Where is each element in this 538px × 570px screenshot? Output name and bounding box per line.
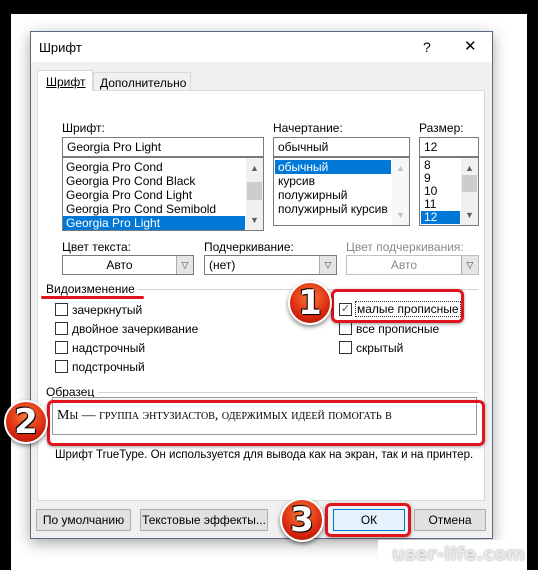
scroll-down-icon[interactable]: ▼ bbox=[246, 213, 263, 227]
tab-font[interactable]: Шрифт bbox=[37, 70, 93, 91]
size-input[interactable]: 12 bbox=[419, 137, 479, 157]
list-item-selected[interactable]: Georgia Pro Light bbox=[63, 216, 245, 230]
cancel-button[interactable]: Отмена bbox=[414, 509, 486, 531]
annotation-box-small-caps bbox=[331, 289, 464, 323]
tab-label: Шрифт bbox=[46, 75, 86, 89]
chevron-down-icon: ▽ bbox=[319, 256, 336, 274]
scrollbar[interactable]: ▲ ▼ bbox=[246, 158, 263, 230]
tab-advanced[interactable]: Дополнительно bbox=[93, 72, 191, 91]
group-divider bbox=[98, 392, 478, 393]
scroll-up-icon[interactable]: ▲ bbox=[461, 161, 478, 175]
size-label: Размер: bbox=[419, 121, 464, 135]
font-list[interactable]: Georgia Pro Cond Georgia Pro Cond Black … bbox=[62, 157, 264, 231]
step-badge-3: 3 bbox=[280, 498, 324, 542]
checkbox-label: подстрочный bbox=[72, 360, 145, 374]
font-type-note: Шрифт TrueType. Он используется для выво… bbox=[55, 449, 474, 461]
hidden-checkbox[interactable] bbox=[339, 341, 352, 354]
annotation-box-preview bbox=[47, 400, 485, 446]
scrollbar[interactable]: ▲ ▼ bbox=[461, 158, 478, 225]
double-strikethrough-checkbox[interactable] bbox=[55, 322, 68, 335]
scroll-down-icon[interactable]: ▼ bbox=[461, 208, 478, 222]
list-item[interactable]: курсив bbox=[275, 174, 391, 188]
scroll-up-icon[interactable]: ▲ bbox=[246, 161, 263, 175]
size-list[interactable]: 8 9 10 11 12 ▲ ▼ bbox=[419, 157, 479, 226]
set-default-button[interactable]: По умолчанию bbox=[36, 509, 131, 531]
scroll-thumb[interactable] bbox=[247, 182, 262, 200]
chevron-down-icon: ▽ bbox=[176, 256, 193, 274]
font-input[interactable]: Georgia Pro Light bbox=[62, 137, 264, 157]
list-item[interactable]: полужирный bbox=[275, 188, 391, 202]
font-dialog: Шрифт ? ✕ Шрифт Дополнительно Шрифт: Geo… bbox=[30, 31, 493, 539]
title-bar: Шрифт ? ✕ bbox=[31, 32, 492, 62]
underline-dropdown[interactable]: (нет) ▽ bbox=[204, 255, 337, 275]
text-effects-button[interactable]: Текстовые эффекты... bbox=[140, 509, 268, 531]
subscript-checkbox[interactable] bbox=[55, 360, 68, 373]
scroll-thumb[interactable] bbox=[462, 175, 477, 192]
watermark: user-life.com bbox=[392, 544, 526, 565]
checkbox-label: надстрочный bbox=[72, 341, 146, 355]
scroll-down-icon: ▼ bbox=[396, 210, 405, 220]
text-color-label: Цвет текста: bbox=[62, 240, 132, 254]
red-underline-annotation bbox=[41, 296, 144, 299]
dropdown-value: Авто bbox=[106, 258, 133, 272]
dropdown-value: Авто bbox=[390, 258, 418, 272]
watermark-background: user-life.com bbox=[378, 540, 527, 570]
strikethrough-checkbox[interactable] bbox=[55, 303, 68, 316]
underline-label: Подчеркивание: bbox=[204, 240, 294, 254]
font-label: Шрифт: bbox=[62, 121, 105, 135]
close-icon[interactable]: ✕ bbox=[464, 37, 477, 55]
chevron-down-icon: ▽ bbox=[461, 256, 478, 274]
dropdown-value: (нет) bbox=[209, 258, 236, 272]
step-badge-2: 2 bbox=[4, 400, 48, 444]
checkbox-label: все прописные bbox=[356, 322, 440, 336]
effects-group-label: Видоизменение bbox=[46, 282, 135, 296]
scrollbar: ▲ ▼ bbox=[392, 158, 409, 225]
list-item[interactable]: Georgia Pro Cond Semibold bbox=[63, 202, 263, 216]
list-item-selected[interactable]: 12 bbox=[421, 211, 460, 224]
tab-label: Дополнительно bbox=[100, 76, 187, 90]
checkbox-label: зачеркнутый bbox=[72, 303, 143, 317]
text-color-dropdown[interactable]: Авто ▽ bbox=[62, 255, 194, 275]
underline-color-dropdown: Авто ▽ bbox=[346, 255, 479, 275]
step-badge-1: 1 bbox=[288, 281, 332, 325]
checkbox-label: скрытый bbox=[356, 341, 404, 355]
list-item-selected[interactable]: обычный bbox=[275, 160, 391, 174]
style-list[interactable]: обычный курсив полужирный полужирный кур… bbox=[273, 157, 410, 226]
annotation-box-ok bbox=[325, 503, 411, 537]
list-item[interactable]: Georgia Pro Cond Black bbox=[63, 174, 263, 188]
superscript-checkbox[interactable] bbox=[55, 341, 68, 354]
scroll-up-icon: ▲ bbox=[396, 163, 405, 173]
style-label: Начертание: bbox=[273, 121, 343, 135]
checkbox-label: двойное зачеркивание bbox=[72, 322, 199, 336]
help-button[interactable]: ? bbox=[423, 39, 431, 55]
list-item[interactable]: Georgia Pro Cond Light bbox=[63, 188, 263, 202]
all-caps-checkbox[interactable] bbox=[339, 322, 352, 335]
list-item[interactable]: полужирный курсив bbox=[275, 202, 391, 216]
style-input[interactable]: обычный bbox=[273, 137, 410, 157]
dialog-title: Шрифт bbox=[39, 40, 82, 55]
underline-color-label: Цвет подчеркивания: bbox=[346, 240, 464, 254]
list-item[interactable]: Georgia Pro Cond bbox=[63, 160, 263, 174]
